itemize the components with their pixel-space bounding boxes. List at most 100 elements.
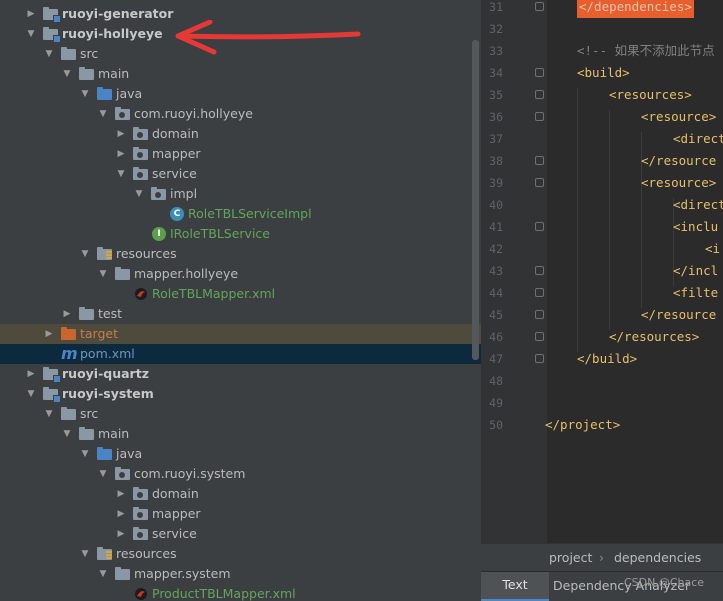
fold-marker[interactable] bbox=[535, 68, 544, 77]
tree-row-domain[interactable]: ▶ domain bbox=[0, 484, 481, 504]
tree-row-roletblmapper-xml[interactable]: RoleTBLMapper.xml bbox=[0, 284, 481, 304]
fold-marker[interactable] bbox=[535, 354, 544, 363]
code-line[interactable]: <inclu bbox=[673, 216, 718, 238]
code-line[interactable]: <filte bbox=[673, 282, 718, 304]
fold-marker[interactable] bbox=[535, 178, 544, 187]
resources-folder-icon bbox=[97, 247, 112, 261]
line-number: 45 bbox=[489, 308, 503, 322]
tree-row-java[interactable]: ▼ java bbox=[0, 84, 481, 104]
tree-row-roletblserviceimpl[interactable]: C RoleTBLServiceImpl bbox=[0, 204, 481, 224]
chevron-down-icon[interactable]: ▼ bbox=[96, 564, 110, 584]
chevron-right-icon[interactable]: ▶ bbox=[114, 524, 128, 544]
chevron-down-icon[interactable]: ▼ bbox=[114, 164, 128, 184]
chevron-down-icon[interactable]: ▼ bbox=[42, 44, 56, 64]
tree-row-main[interactable]: ▼ main bbox=[0, 424, 481, 444]
chevron-down-icon[interactable]: ▼ bbox=[78, 84, 92, 104]
breadcrumb-item-project[interactable]: project bbox=[549, 544, 592, 572]
fold-marker[interactable] bbox=[535, 156, 544, 165]
line-number: 31 bbox=[489, 0, 503, 14]
tree-label: com.ruoyi.hollyeye bbox=[134, 106, 253, 121]
code-line[interactable]: <direct bbox=[673, 194, 723, 216]
code-line[interactable]: </resource bbox=[641, 304, 716, 326]
chevron-right-icon[interactable]: ▶ bbox=[114, 144, 128, 164]
chevron-right-icon[interactable]: ▶ bbox=[42, 324, 56, 344]
chevron-right-icon[interactable]: ▶ bbox=[114, 504, 128, 524]
code-line[interactable]: <direct bbox=[673, 128, 723, 150]
chevron-right-icon[interactable]: ▶ bbox=[60, 304, 74, 324]
code-line[interactable]: </resource bbox=[641, 150, 716, 172]
tree-row-service[interactable]: ▶ service bbox=[0, 524, 481, 544]
tree-label: RoleTBLServiceImpl bbox=[188, 206, 312, 221]
chevron-down-icon[interactable]: ▼ bbox=[78, 444, 92, 464]
tree-row-impl[interactable]: ▼ impl bbox=[0, 184, 481, 204]
code-line[interactable]: </resources> bbox=[609, 326, 699, 348]
chevron-down-icon[interactable]: ▼ bbox=[96, 264, 110, 284]
fold-marker[interactable] bbox=[535, 266, 544, 275]
code-editor[interactable]: 31 32 33 34 35 36 37 38 39 40 41 42 43 4… bbox=[481, 0, 723, 543]
chevron-down-icon[interactable]: ▼ bbox=[60, 64, 74, 84]
tree-row-producttblmapper-xml[interactable]: ProductTBLMapper.xml bbox=[0, 584, 481, 601]
tree-row-java[interactable]: ▼ java bbox=[0, 444, 481, 464]
breadcrumb-item-dependencies[interactable]: dependencies bbox=[614, 544, 701, 572]
tree-scrollbar[interactable] bbox=[472, 40, 479, 360]
tree-row-package-hollyeye[interactable]: ▼ com.ruoyi.hollyeye bbox=[0, 104, 481, 124]
maven-icon: m bbox=[61, 344, 78, 363]
chevron-down-icon[interactable]: ▼ bbox=[24, 384, 38, 404]
tree-row-mapper[interactable]: ▶ mapper bbox=[0, 504, 481, 524]
code-line[interactable]: </incl bbox=[673, 260, 718, 282]
chevron-right-icon[interactable]: ▶ bbox=[24, 364, 38, 384]
watermark: CSDN @Chace bbox=[624, 576, 705, 589]
fold-marker[interactable] bbox=[535, 288, 544, 297]
chevron-right-icon[interactable]: ▶ bbox=[114, 484, 128, 504]
code-line[interactable]: </dependencies> bbox=[577, 0, 694, 18]
package-icon bbox=[133, 527, 148, 541]
chevron-down-icon[interactable]: ▼ bbox=[78, 244, 92, 264]
chevron-right-icon[interactable]: ▶ bbox=[114, 124, 128, 144]
tree-row-iroletblservice[interactable]: I IRoleTBLService bbox=[0, 224, 481, 244]
tab-text[interactable]: Text bbox=[481, 572, 549, 601]
code-line[interactable]: <resources> bbox=[609, 84, 692, 106]
package-icon bbox=[133, 487, 148, 501]
fold-marker[interactable] bbox=[535, 90, 544, 99]
chevron-down-icon[interactable]: ▼ bbox=[96, 104, 110, 124]
class-icon: C bbox=[170, 207, 184, 221]
tree-row-package-system[interactable]: ▼ com.ruoyi.system bbox=[0, 464, 481, 484]
tree-row-service[interactable]: ▼ service bbox=[0, 164, 481, 184]
chevron-right-icon[interactable]: ▶ bbox=[24, 4, 38, 24]
tree-row-mapper-hollyeye[interactable]: ▼ mapper.hollyeye bbox=[0, 264, 481, 284]
code-line[interactable]: <resource> bbox=[641, 106, 716, 128]
chevron-down-icon[interactable]: ▼ bbox=[60, 424, 74, 444]
chevron-down-icon[interactable]: ▼ bbox=[132, 184, 146, 204]
tree-label: java bbox=[116, 86, 143, 101]
tree-row-ruoyi-quartz[interactable]: ▶ ruoyi-quartz bbox=[0, 364, 481, 384]
code-line[interactable]: </project> bbox=[545, 414, 620, 436]
fold-marker[interactable] bbox=[535, 332, 544, 341]
chevron-down-icon[interactable]: ▼ bbox=[96, 464, 110, 484]
fold-marker[interactable] bbox=[535, 2, 544, 11]
tree-row-mapper[interactable]: ▶ mapper bbox=[0, 144, 481, 164]
tree-row-test[interactable]: ▶ test bbox=[0, 304, 481, 324]
package-icon bbox=[151, 187, 166, 201]
tree-row-pom-xml[interactable]: m pom.xml bbox=[0, 344, 481, 364]
code-comment[interactable]: <!-- 如果不添加此节点 bbox=[577, 40, 715, 62]
chevron-down-icon[interactable]: ▼ bbox=[42, 404, 56, 424]
project-tree[interactable]: ▶ ruoyi-generator ▼ ruoyi-hollyeye ▼ src… bbox=[0, 0, 481, 601]
tree-label: main bbox=[98, 426, 130, 441]
code-line[interactable]: <build> bbox=[577, 62, 630, 84]
code-line[interactable]: <i bbox=[705, 238, 720, 260]
fold-marker[interactable] bbox=[535, 310, 544, 319]
tree-row-resources[interactable]: ▼ resources bbox=[0, 244, 481, 264]
fold-marker[interactable] bbox=[535, 112, 544, 121]
tree-row-ruoyi-system[interactable]: ▼ ruoyi-system bbox=[0, 384, 481, 404]
tree-row-mapper-system[interactable]: ▼ mapper.system bbox=[0, 564, 481, 584]
tree-row-domain[interactable]: ▶ domain bbox=[0, 124, 481, 144]
tree-row-resources[interactable]: ▼ resources bbox=[0, 544, 481, 564]
code-line[interactable]: </build> bbox=[577, 348, 637, 370]
tree-row-target[interactable]: ▶ target bbox=[0, 324, 481, 344]
code-line[interactable]: <resource> bbox=[641, 172, 716, 194]
chevron-down-icon[interactable]: ▼ bbox=[78, 544, 92, 564]
chevron-down-icon[interactable]: ▼ bbox=[24, 24, 38, 44]
module-folder-icon bbox=[43, 7, 61, 23]
fold-marker[interactable] bbox=[535, 222, 544, 231]
tree-row-src[interactable]: ▼ src bbox=[0, 404, 481, 424]
